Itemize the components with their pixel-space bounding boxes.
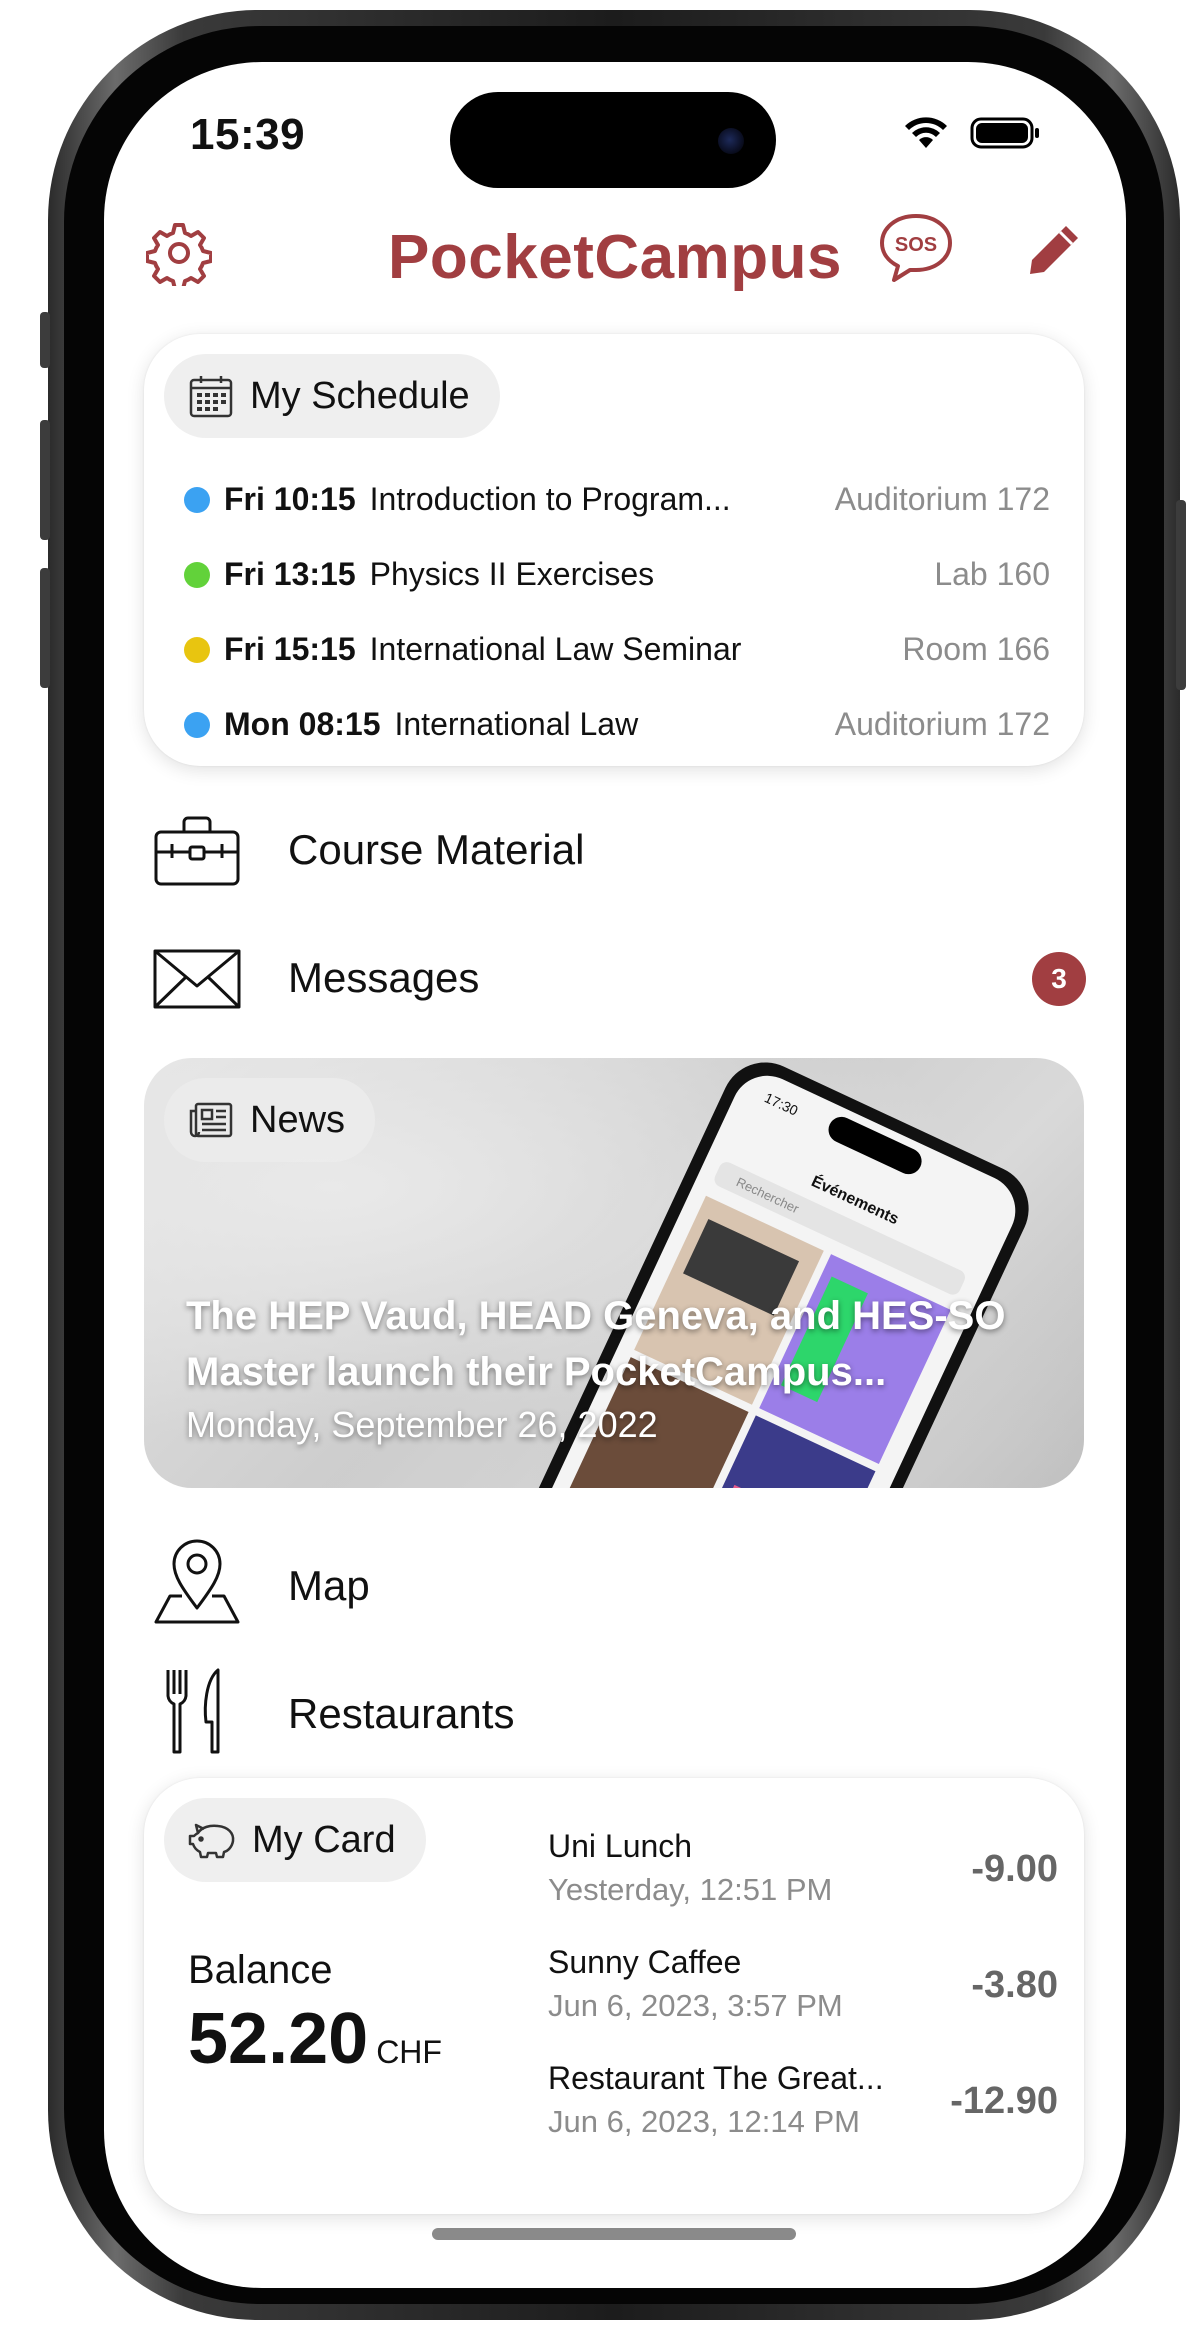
newspaper-icon: [189, 1102, 233, 1138]
event-color-dot: [184, 636, 210, 663]
schedule-list: Fri 10:15 Introduction to Program... Aud…: [184, 462, 1050, 762]
schedule-label: My Schedule: [250, 374, 470, 417]
fork-knife-icon: [166, 1668, 220, 1754]
menu-item-course-material[interactable]: Course Material: [104, 796, 1126, 906]
sos-icon[interactable]: SOS: [878, 212, 954, 284]
app-title: PocketCampus: [388, 223, 842, 292]
transaction-row[interactable]: Sunny Caffee Jun 6, 2023, 3:57 PM -3.80: [548, 1944, 1058, 2060]
dynamic-island: [450, 92, 776, 188]
power-button: [1176, 500, 1186, 690]
schedule-card[interactable]: My Schedule Fri 10:15 Introduction to Pr…: [144, 334, 1084, 766]
event-color-dot: [184, 711, 210, 738]
status-time: 15:39: [190, 110, 306, 159]
event-time: Fri 10:15: [224, 481, 356, 517]
transaction-date: Jun 6, 2023, 3:57 PM: [548, 1988, 843, 2023]
calendar-icon: [189, 376, 233, 418]
transaction-date: Jun 6, 2023, 12:14 PM: [548, 2104, 860, 2139]
screen: 15:39 PocketCampus SOS My Schedule Fri 1…: [104, 62, 1126, 2288]
volume-up-button: [40, 420, 50, 540]
balance-label: Balance: [188, 1948, 333, 1992]
schedule-event[interactable]: Fri 13:15 Physics II Exercises Lab 160: [184, 537, 1050, 612]
event-time: Fri 15:15: [224, 631, 356, 667]
event-color-dot: [184, 561, 210, 588]
event-room: Lab 160: [934, 556, 1050, 592]
messages-badge: 3: [1032, 952, 1086, 1006]
mycard-pill[interactable]: My Card: [164, 1798, 426, 1882]
news-date: Monday, September 26, 2022: [186, 1404, 658, 1445]
schedule-pill[interactable]: My Schedule: [164, 354, 500, 438]
balance-currency: CHF: [376, 2034, 442, 2070]
transaction-row[interactable]: Uni Lunch Yesterday, 12:51 PM -9.00: [548, 1828, 1058, 1944]
event-time: Mon 08:15: [224, 706, 381, 742]
news-pill[interactable]: News: [164, 1078, 376, 1162]
transaction-row[interactable]: Restaurant The Great... Jun 6, 2023, 12:…: [548, 2060, 1058, 2176]
schedule-event[interactable]: Fri 10:15 Introduction to Program... Aud…: [184, 462, 1050, 537]
news-label: News: [250, 1098, 346, 1141]
event-color-dot: [184, 486, 210, 513]
menu-item-restaurants[interactable]: Restaurants: [104, 1660, 1126, 1770]
mycard-label: My Card: [252, 1818, 396, 1861]
menu-label-map: Map: [288, 1562, 370, 1609]
menu-label-messages: Messages: [288, 954, 480, 1001]
event-room: Auditorium 172: [834, 481, 1050, 517]
balance-amount: 52.20: [188, 1999, 369, 2079]
transaction-amount: -3.80: [971, 1964, 1058, 2006]
event-title: Introduction to Program...: [369, 481, 731, 517]
menu-label-course-material: Course Material: [288, 826, 585, 873]
piggy-bank-icon: [188, 1823, 235, 1859]
schedule-event[interactable]: Fri 15:15 International Law Seminar Room…: [184, 612, 1050, 687]
transaction-name: Sunny Caffee: [548, 1944, 742, 1980]
transaction-amount: -12.90: [950, 2080, 1058, 2122]
map-pin-icon: [154, 1539, 240, 1624]
news-card[interactable]: 17:30 Événements Rechercher News The HEP…: [144, 1058, 1084, 1488]
menu-item-messages[interactable]: Messages 3: [104, 924, 1126, 1034]
transaction-amount: -9.00: [971, 1848, 1058, 1890]
my-card[interactable]: My Card Balance 52.20 CHF Uni Lunch Yeste…: [144, 1778, 1084, 2214]
transaction-list: Uni Lunch Yesterday, 12:51 PM -9.00 Sunn…: [548, 1828, 1058, 2176]
transaction-name: Restaurant The Great...: [548, 2060, 884, 2096]
transaction-name: Uni Lunch: [548, 1828, 693, 1864]
menu-item-map[interactable]: Map: [104, 1532, 1126, 1642]
envelope-icon: [153, 949, 241, 1009]
event-time: Fri 13:15: [224, 556, 356, 592]
event-title: International Law: [394, 706, 639, 742]
pencil-icon[interactable]: [1026, 222, 1082, 278]
action-button: [40, 312, 50, 368]
battery-icon: [970, 117, 1039, 149]
home-indicator[interactable]: [432, 2228, 796, 2240]
event-title: Physics II Exercises: [369, 556, 655, 592]
briefcase-icon: [154, 816, 240, 886]
schedule-event[interactable]: Mon 08:15 International Law Auditorium 1…: [184, 687, 1050, 762]
event-room: Room 166: [902, 631, 1050, 667]
sos-label: SOS: [895, 234, 937, 256]
news-headline: The HEP Vaud, HEAD Geneva, and HES-SO Ma…: [186, 1294, 1006, 1394]
balance-value: 52.20 CHF: [188, 1998, 442, 2080]
app-header: PocketCampus SOS: [104, 212, 1126, 322]
transaction-date: Yesterday, 12:51 PM: [548, 1872, 833, 1907]
volume-down-button: [40, 568, 50, 688]
wifi-icon: [905, 117, 947, 148]
event-title: International Law Seminar: [369, 631, 742, 667]
menu-label-restaurants: Restaurants: [288, 1690, 515, 1737]
event-room: Auditorium 172: [834, 706, 1050, 742]
front-camera: [718, 128, 744, 154]
